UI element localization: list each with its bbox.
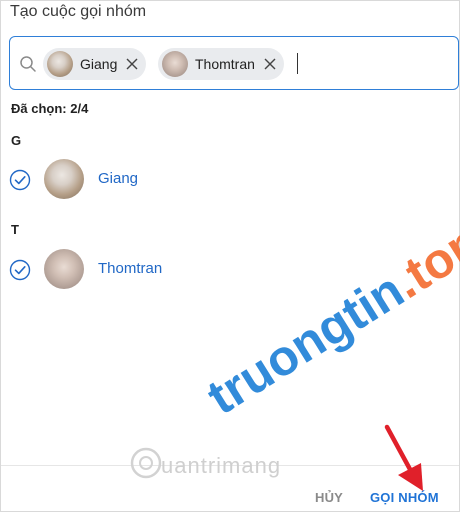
contact-row-giang[interactable]: Giang xyxy=(1,157,459,201)
contact-name: Giang xyxy=(98,170,139,187)
watermark-logo-icon xyxy=(130,447,162,479)
contact-name: Thomtran xyxy=(98,260,163,277)
selected-chip-thomtran: Thomtran xyxy=(158,48,284,80)
selected-chip-giang: Giang xyxy=(43,48,147,80)
close-icon[interactable] xyxy=(126,58,138,70)
selected-count-label: Đã chọn: xyxy=(11,101,67,116)
avatar xyxy=(47,51,73,77)
avatar xyxy=(162,51,188,77)
chip-name: Thomtran xyxy=(195,56,255,72)
avatar xyxy=(44,249,84,289)
selected-count: Đã chọn: 2/4 xyxy=(11,101,88,116)
group-header-t: T xyxy=(11,222,19,237)
group-call-button[interactable]: GỌI NHÓM xyxy=(370,490,439,505)
close-icon[interactable] xyxy=(264,58,276,70)
cancel-button[interactable]: HỦY xyxy=(315,490,343,505)
watermark: truongtin.top xyxy=(197,212,460,426)
chip-name: Giang xyxy=(80,56,118,72)
participant-search-box[interactable]: Giang Thomtran xyxy=(9,36,459,90)
group-header-g: G xyxy=(11,133,22,148)
dialog-title: Tạo cuộc gọi nhóm xyxy=(10,3,147,20)
text-caret xyxy=(297,53,298,74)
create-group-call-dialog: Tạo cuộc gọi nhóm Giang Thomtran Đã chọn… xyxy=(0,0,460,512)
avatar xyxy=(44,159,84,199)
search-icon xyxy=(20,56,36,72)
selected-count-value: 2/4 xyxy=(70,101,89,116)
checked-icon[interactable] xyxy=(9,169,31,191)
watermark-subtext: uantrimang xyxy=(161,453,282,478)
checked-icon[interactable] xyxy=(9,259,31,281)
